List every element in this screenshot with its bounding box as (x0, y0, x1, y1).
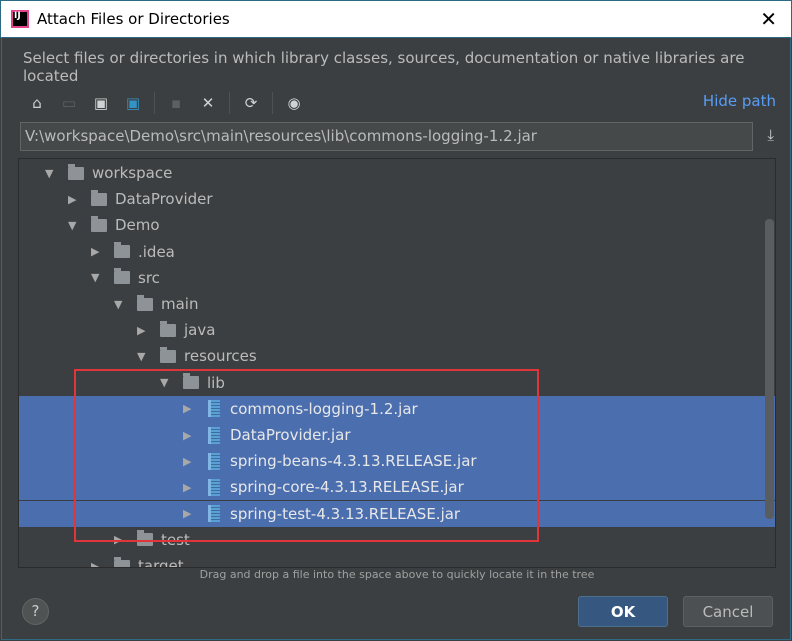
chevron-down-icon[interactable]: ▼ (137, 350, 149, 363)
chevron-right-icon[interactable]: ▶ (183, 402, 195, 415)
jar-icon (208, 505, 220, 523)
tree-item[interactable]: ▼ resources (19, 343, 775, 369)
tree-item[interactable]: ▶ DataProvider (19, 186, 775, 212)
tree-item[interactable]: ▶ java (19, 317, 775, 343)
jar-icon (208, 478, 220, 496)
help-button[interactable]: ? (22, 598, 49, 625)
module-folder-icon[interactable]: ▣ (122, 92, 144, 114)
tree-item-label: DataProvider.jar (230, 426, 351, 444)
chevron-down-icon[interactable]: ▼ (114, 298, 126, 311)
tree-item-label: java (184, 321, 216, 340)
window-title: Attach Files or Directories (37, 10, 230, 28)
tree-item-label: workspace (92, 164, 173, 182)
tree-item[interactable]: ▼ workspace (19, 160, 775, 186)
description: Select files or directories in which lib… (23, 49, 745, 85)
new-folder-icon[interactable]: ▪ (165, 92, 187, 114)
chevron-right-icon[interactable]: ▶ (183, 481, 195, 494)
toolbar: ⌂ ▭ ▣ ▣ ▪ ✕ ⟳ ◉ (26, 92, 305, 114)
project-folder-icon[interactable]: ▣ (90, 92, 112, 114)
dialog-body: Select files or directories in which lib… (1, 38, 791, 640)
delete-icon[interactable]: ✕ (197, 92, 219, 114)
tree-item-label: test (161, 530, 190, 549)
tree-item[interactable]: ▶ test (19, 527, 775, 553)
folder-icon (91, 189, 107, 206)
file-tree[interactable]: ▶ target ▶ test ▶ spring-test-4.3.13.RELEASE.… (18, 158, 776, 568)
tree-item[interactable]: ▶ spring-core-4.3.13.RELEASE.jar (19, 474, 775, 501)
tree-item[interactable]: ▶ DataProvider.jar (19, 422, 775, 448)
chevron-right-icon[interactable]: ▶ (91, 560, 103, 568)
chevron-right-icon[interactable]: ▶ (183, 507, 195, 520)
tree-item[interactable]: ▼ main (19, 291, 775, 317)
ok-button[interactable]: OK (578, 596, 668, 627)
tree-item[interactable]: ▶ spring-test-4.3.13.RELEASE.jar (19, 500, 775, 527)
chevron-right-icon[interactable]: ▶ (183, 455, 195, 468)
chevron-right-icon[interactable]: ▶ (183, 429, 195, 442)
folder-icon (160, 320, 176, 337)
intellij-logo-icon (11, 10, 29, 28)
tree-item-label: Demo (115, 216, 160, 235)
tree-item[interactable]: ▼ lib (19, 370, 775, 396)
close-icon[interactable]: ✕ (760, 7, 777, 31)
tree-item-label: .idea (138, 242, 175, 261)
tree-item-label: commons-logging-1.2.jar (230, 399, 418, 418)
scrollbar[interactable] (765, 219, 774, 519)
chevron-right-icon[interactable]: ▶ (137, 324, 149, 337)
jar-icon (208, 426, 220, 444)
folder-icon (160, 346, 176, 363)
folder-icon (91, 215, 107, 232)
chevron-down-icon[interactable]: ▼ (68, 219, 80, 232)
chevron-down-icon[interactable]: ▼ (160, 376, 172, 389)
tree-item-label: main (161, 295, 199, 313)
divider (272, 92, 273, 114)
tree-item[interactable]: ▼ Demo (19, 212, 775, 238)
chevron-right-icon[interactable]: ▶ (68, 193, 80, 206)
drag-drop-hint: Drag and drop a file into the space abov… (199, 568, 595, 581)
hide-path-link[interactable]: Hide path (703, 92, 776, 110)
cancel-button[interactable]: Cancel (683, 596, 773, 627)
tree-item[interactable]: ▶ spring-beans-4.3.13.RELEASE.jar (19, 448, 775, 475)
folder-icon (114, 556, 130, 567)
folder-icon (137, 294, 153, 311)
tree-item-label: DataProvider (115, 190, 213, 209)
desktop-icon[interactable]: ▭ (58, 92, 80, 114)
home-icon[interactable]: ⌂ (26, 92, 48, 114)
folder-icon (183, 373, 199, 390)
folder-icon (114, 268, 130, 285)
title-bar: Attach Files or Directories ✕ (0, 0, 792, 38)
divider (154, 92, 155, 114)
tree-item-label: lib (207, 373, 225, 392)
folder-icon (68, 163, 84, 180)
chevron-down-icon[interactable]: ▼ (91, 271, 103, 284)
tree-item-label: spring-beans-4.3.13.RELEASE.jar (230, 452, 477, 471)
tree-item[interactable]: ▼ src (19, 265, 775, 291)
jar-icon (208, 452, 220, 470)
jar-icon (208, 400, 220, 418)
tree-item[interactable]: ▶ commons-logging-1.2.jar (19, 395, 775, 422)
folder-icon (137, 530, 153, 547)
chevron-down-icon[interactable]: ▼ (45, 167, 57, 180)
show-hidden-icon[interactable]: ◉ (283, 92, 305, 114)
folder-icon (114, 242, 130, 259)
chevron-right-icon[interactable]: ▶ (91, 245, 103, 258)
tree-item-label: target (138, 557, 184, 568)
download-icon[interactable]: ⤓ (767, 126, 774, 144)
tree-item-label: resources (184, 347, 257, 366)
divider (229, 92, 230, 114)
tree-item-label: src (138, 268, 160, 287)
tree-item[interactable]: ▶ target (19, 553, 775, 568)
tree-item-label: spring-test-4.3.13.RELEASE.jar (230, 504, 461, 523)
chevron-right-icon[interactable]: ▶ (114, 533, 126, 546)
tree-item-label: spring-core-4.3.13.RELEASE.jar (230, 478, 464, 497)
refresh-icon[interactable]: ⟳ (240, 92, 262, 114)
tree-item[interactable]: ▶ .idea (19, 239, 775, 265)
path-input[interactable]: V:\workspace\Demo\src\main\resources\lib… (20, 122, 753, 151)
